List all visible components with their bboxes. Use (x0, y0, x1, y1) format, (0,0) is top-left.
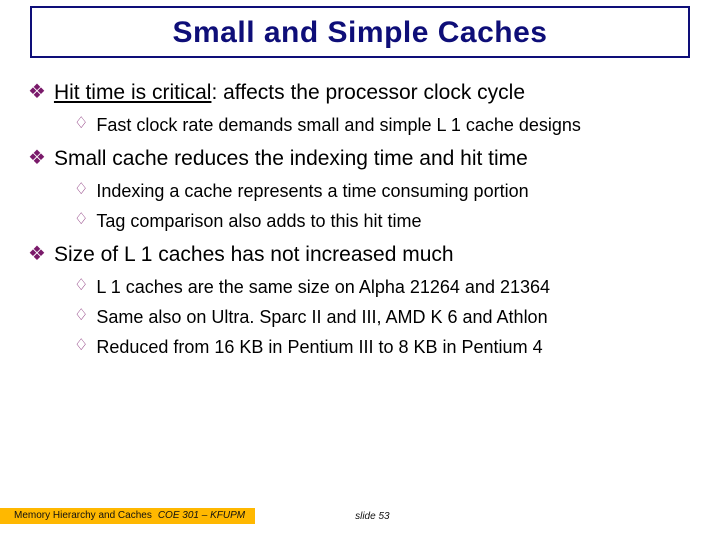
hollow-diamond-icon: ♢ (74, 180, 88, 200)
bullet-3: ❖ Size of L 1 caches has not increased m… (28, 242, 692, 268)
slide-footer: Memory Hierarchy and Caches COE 301 – KF… (0, 508, 720, 524)
sub-bullet: ♢ Reduced from 16 KB in Pentium III to 8… (74, 336, 692, 358)
bullet-3-text: Size of L 1 caches has not increased muc… (54, 242, 454, 268)
bullet-2: ❖ Small cache reduces the indexing time … (28, 146, 692, 172)
bullet-2-text: Small cache reduces the indexing time an… (54, 146, 528, 172)
bullet-1-underlined: Hit time is critical (54, 81, 212, 104)
bullet-1-rest: : affects the processor clock cycle (211, 81, 525, 104)
sub-bullet: ♢ Fast clock rate demands small and simp… (74, 114, 692, 136)
hollow-diamond-icon: ♢ (74, 336, 88, 356)
slide-content: ❖ Hit time is critical: affects the proc… (0, 58, 720, 358)
footer-left-text: Memory Hierarchy and Caches (14, 510, 152, 521)
title-inner: Small and Simple Caches (32, 8, 688, 56)
sub-bullet: ♢ Same also on Ultra. Sparc II and III, … (74, 306, 692, 328)
hollow-diamond-icon: ♢ (74, 276, 88, 296)
slide-number: slide 53 (355, 511, 389, 522)
diamond-bullet-icon: ❖ (28, 242, 46, 266)
sub-bullet-text: Tag comparison also adds to this hit tim… (96, 210, 421, 232)
bullet-1: ❖ Hit time is critical: affects the proc… (28, 80, 692, 106)
hollow-diamond-icon: ♢ (74, 306, 88, 326)
title-band: Small and Simple Caches (30, 6, 690, 58)
bullet-1-text: Hit time is critical: affects the proces… (54, 80, 525, 106)
sub-bullet-text: Indexing a cache represents a time consu… (96, 180, 528, 202)
hollow-diamond-icon: ♢ (74, 210, 88, 230)
sub-bullet-text: Same also on Ultra. Sparc II and III, AM… (96, 306, 547, 328)
diamond-bullet-icon: ❖ (28, 146, 46, 170)
sub-bullet: ♢ Indexing a cache represents a time con… (74, 180, 692, 202)
hollow-diamond-icon: ♢ (74, 114, 88, 134)
footer-course: COE 301 – KFUPM (158, 510, 245, 521)
diamond-bullet-icon: ❖ (28, 80, 46, 104)
sub-bullet-text: L 1 caches are the same size on Alpha 21… (96, 276, 550, 298)
sub-bullet-text: Reduced from 16 KB in Pentium III to 8 K… (96, 336, 542, 358)
sub-bullet: ♢ L 1 caches are the same size on Alpha … (74, 276, 692, 298)
sub-bullet: ♢ Tag comparison also adds to this hit t… (74, 210, 692, 232)
footer-band: Memory Hierarchy and Caches COE 301 – KF… (0, 508, 255, 524)
slide-title: Small and Simple Caches (173, 16, 548, 49)
sub-bullet-text: Fast clock rate demands small and simple… (96, 114, 581, 136)
